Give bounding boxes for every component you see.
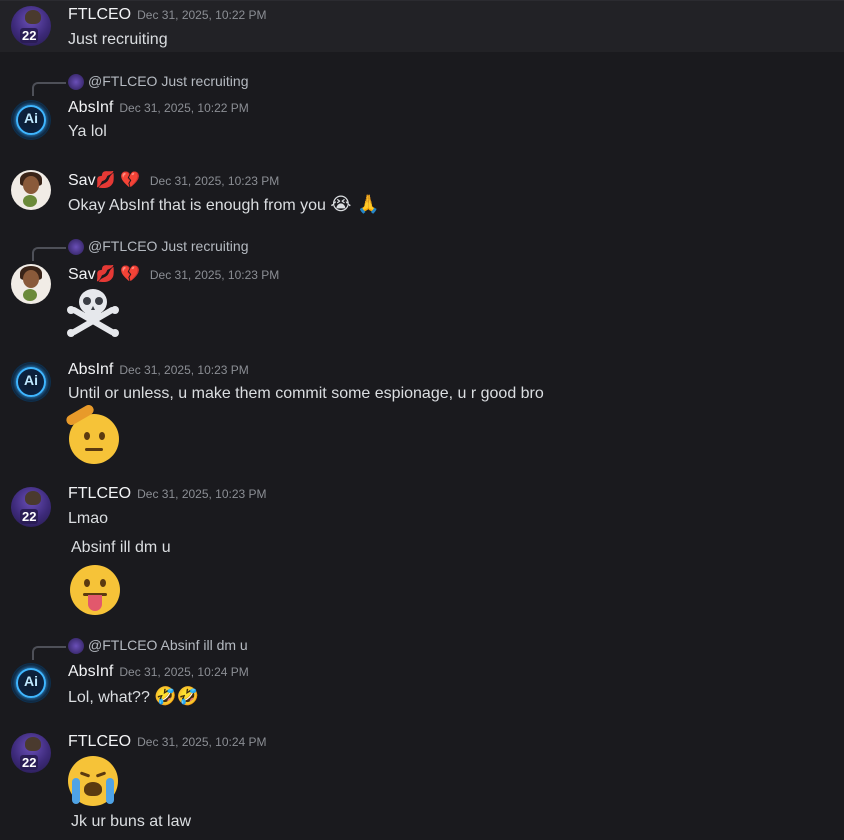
tear xyxy=(106,778,114,804)
avatar[interactable]: 22 xyxy=(11,487,51,527)
message-text: Until or unless, u make them commit some… xyxy=(68,385,544,402)
author-label[interactable]: AbsInf xyxy=(68,99,113,116)
crying-praying-emoji-icon: 😭 🙏 xyxy=(330,194,380,215)
reply-line-icon xyxy=(32,82,66,96)
avatar-small-icon xyxy=(23,289,37,301)
author-name[interactable]: AbsInf Dec 31, 2025, 10:24 PM xyxy=(68,663,249,681)
avatar[interactable] xyxy=(11,264,51,304)
salute-face-icon xyxy=(64,403,119,464)
message-text: Absinf ill dm u xyxy=(71,539,171,556)
author-label[interactable]: AbsInf xyxy=(68,361,113,378)
author-name[interactable]: AbsInf Dec 31, 2025, 10:23 PM xyxy=(68,361,249,379)
eye xyxy=(84,432,90,440)
message-1[interactable]: 22 FTLCEO Dec 31, 2025, 10:22 PM Just rec… xyxy=(0,0,844,52)
message-3[interactable]: Sav💋 💔 Dec 31, 2025, 10:23 PM Okay AbsInf… xyxy=(0,168,844,220)
skull-crossbones-icon xyxy=(67,289,119,337)
author-name[interactable]: Sav💋 💔 Dec 31, 2025, 10:23 PM xyxy=(68,264,279,284)
eye xyxy=(99,432,105,440)
avatar-head-icon xyxy=(25,737,41,751)
avatar-head-icon xyxy=(25,491,41,505)
message-8[interactable]: 22 FTLCEO Dec 31, 2025, 10:24 PM Jk ur bu… xyxy=(0,731,844,840)
avatar-small-icon xyxy=(23,195,37,207)
reply-text[interactable]: @FTLCEO Absinf ill dm u xyxy=(88,637,248,653)
author-name[interactable]: FTLCEO Dec 31, 2025, 10:22 PM xyxy=(68,6,267,24)
avatar-logo: Ai xyxy=(24,110,38,126)
rofl-emoji-icon: 🤣🤣 xyxy=(154,686,200,707)
author-label[interactable]: Sav💋 💔 xyxy=(68,172,140,189)
crying-face-icon xyxy=(68,756,118,806)
tongue xyxy=(88,595,102,611)
avatar[interactable]: Ai xyxy=(11,100,51,140)
author-label[interactable]: AbsInf xyxy=(68,663,113,680)
avatar[interactable]: Ai xyxy=(11,663,51,703)
author-name[interactable]: Sav💋 💔 Dec 31, 2025, 10:23 PM xyxy=(68,170,279,190)
message-text-body: Okay AbsInf that is enough from you xyxy=(68,197,326,214)
tongue-face-icon xyxy=(70,565,120,615)
message-6[interactable]: 22 FTLCEO Dec 31, 2025, 10:23 PM Lmao Abs… xyxy=(0,483,844,618)
avatar-number: 22 xyxy=(20,28,39,43)
timestamp: Dec 31, 2025, 10:23 PM xyxy=(119,363,249,377)
avatar[interactable]: Ai xyxy=(11,362,51,402)
reply-line-icon xyxy=(32,646,66,660)
avatar[interactable] xyxy=(11,170,51,210)
message-text: Jk ur buns at law xyxy=(71,813,192,830)
reply-text[interactable]: @FTLCEO Just recruiting xyxy=(88,238,248,254)
avatar-number: 22 xyxy=(20,509,39,524)
mouth xyxy=(85,448,103,451)
timestamp: Dec 31, 2025, 10:24 PM xyxy=(137,735,267,749)
message-text: Lol, what?? 🤣🤣 xyxy=(68,686,199,707)
avatar-logo: Ai xyxy=(24,673,38,689)
author-name[interactable]: AbsInf Dec 31, 2025, 10:22 PM xyxy=(68,99,249,117)
avatar-face-icon xyxy=(23,176,39,194)
avatar-head-icon xyxy=(25,10,41,24)
avatar[interactable]: 22 xyxy=(11,733,51,773)
timestamp: Dec 31, 2025, 10:23 PM xyxy=(137,487,267,501)
avatar[interactable]: 22 xyxy=(11,6,51,46)
author-name[interactable]: FTLCEO Dec 31, 2025, 10:23 PM xyxy=(68,485,267,503)
message-4[interactable]: @FTLCEO Just recruiting Sav💋 💔 Dec 31, 20… xyxy=(0,236,844,340)
author-label[interactable]: Sav💋 💔 xyxy=(68,266,140,283)
avatar-number: 22 xyxy=(20,755,39,770)
eye-closed xyxy=(95,771,107,778)
eye xyxy=(100,579,106,587)
reply-text[interactable]: @FTLCEO Just recruiting xyxy=(88,73,248,89)
timestamp: Dec 31, 2025, 10:24 PM xyxy=(119,665,249,679)
eye xyxy=(84,579,90,587)
timestamp: Dec 31, 2025, 10:22 PM xyxy=(119,101,249,115)
timestamp: Dec 31, 2025, 10:23 PM xyxy=(149,268,280,282)
salute-hand-icon xyxy=(64,403,96,427)
avatar-face-icon xyxy=(23,270,39,288)
message-text: Just recruiting xyxy=(68,31,168,48)
message-text: Okay AbsInf that is enough from you 😭 🙏 xyxy=(68,194,380,215)
message-text: Lmao xyxy=(68,510,109,527)
tear xyxy=(72,778,80,804)
author-label[interactable]: FTLCEO xyxy=(68,733,131,750)
eye-closed xyxy=(79,771,91,778)
avatar-logo: Ai xyxy=(24,372,38,388)
reply-line-icon xyxy=(32,247,66,261)
message-5[interactable]: Ai AbsInf Dec 31, 2025, 10:23 PM Until or… xyxy=(0,358,844,464)
message-text: Ya lol xyxy=(68,123,107,140)
author-label[interactable]: FTLCEO xyxy=(68,485,131,502)
author-label[interactable]: FTLCEO xyxy=(68,6,131,23)
message-2[interactable]: @FTLCEO Just recruiting Ai AbsInf Dec 31,… xyxy=(0,70,844,150)
message-7[interactable]: @FTLCEO Absinf ill dm u Ai AbsInf Dec 31,… xyxy=(0,635,844,715)
reply-avatar xyxy=(68,239,84,255)
timestamp: Dec 31, 2025, 10:23 PM xyxy=(149,174,280,188)
reply-avatar xyxy=(68,638,84,654)
author-name[interactable]: FTLCEO Dec 31, 2025, 10:24 PM xyxy=(68,733,267,751)
mouth xyxy=(84,782,102,796)
timestamp: Dec 31, 2025, 10:22 PM xyxy=(137,8,267,22)
reply-avatar xyxy=(68,74,84,90)
message-text-body: Lol, what?? xyxy=(68,689,150,706)
